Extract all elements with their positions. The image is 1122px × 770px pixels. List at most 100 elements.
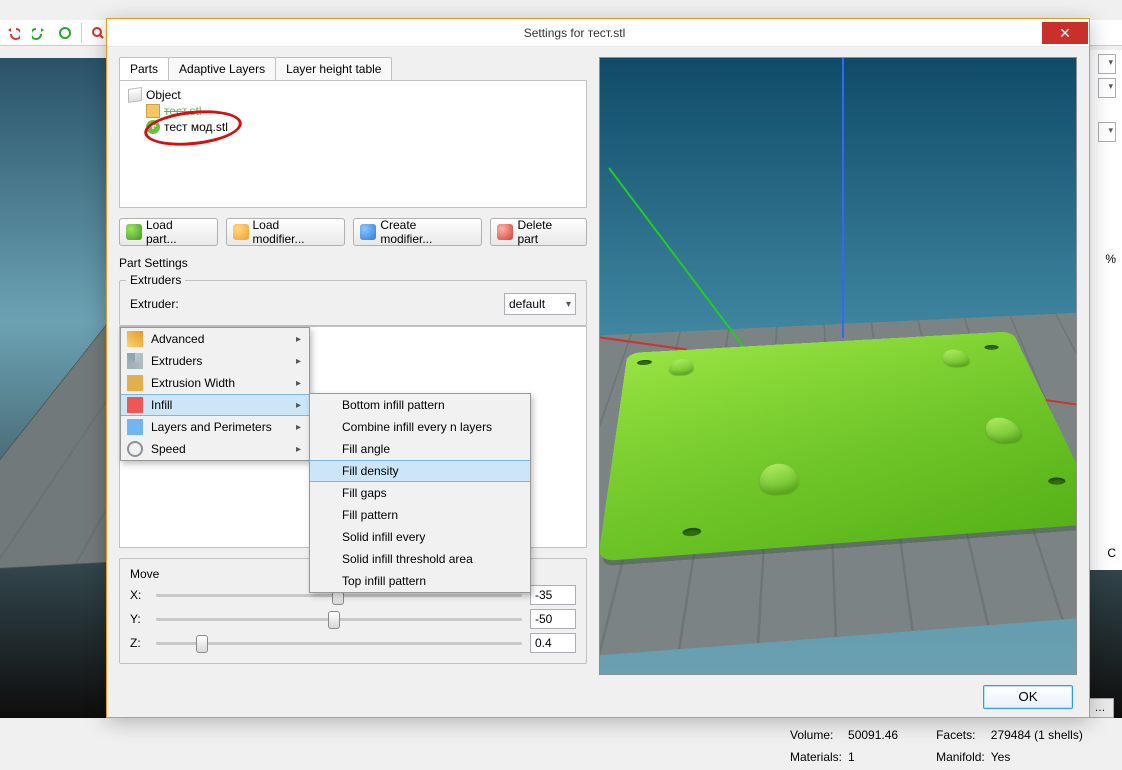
manifold-label: Manifold: <box>936 750 985 770</box>
menu-advanced-label: Advanced <box>151 332 204 346</box>
chevron-right-icon: ▸ <box>296 334 301 345</box>
settings-dialog: Settings for тест.stl ✕ Parts Adaptive L… <box>106 18 1090 718</box>
extruders-legend: Extruders <box>126 273 185 287</box>
menu-extrusion-width-label: Extrusion Width <box>151 376 235 390</box>
create-modifier-button[interactable]: Create modifier... <box>353 218 482 246</box>
close-button[interactable]: ✕ <box>1042 22 1088 44</box>
tab-strip: Parts Adaptive Layers Layer height table <box>119 57 587 80</box>
menu-infill[interactable]: Infill▸ <box>121 394 309 416</box>
left-pane: Parts Adaptive Layers Layer height table… <box>119 57 587 675</box>
chevron-right-icon: ▸ <box>296 356 301 367</box>
tree-item-1[interactable]: тест.stl <box>128 103 578 119</box>
part-buttons: Load part... Load modifier... Create mod… <box>119 218 587 246</box>
modifier-icon: + <box>146 120 160 134</box>
move-x-value[interactable]: -35 <box>530 585 576 605</box>
volume-label: Volume: <box>790 728 842 748</box>
materials-value: 1 <box>848 750 898 770</box>
titlebar[interactable]: Settings for тест.stl ✕ <box>107 19 1089 47</box>
facets-value: 279484 (1 shells) <box>991 728 1083 748</box>
ok-button[interactable]: OK <box>983 685 1073 709</box>
wand-icon <box>127 331 143 347</box>
move-y-value[interactable]: -50 <box>530 609 576 629</box>
menu-extruders-label: Extruders <box>151 354 202 368</box>
chevron-right-icon: ▸ <box>296 400 301 411</box>
delete-part-label: Delete part <box>517 218 576 246</box>
materials-label: Materials: <box>790 750 842 770</box>
right-combo-1[interactable] <box>1098 54 1116 74</box>
tab-adaptive-layers[interactable]: Adaptive Layers <box>168 57 276 80</box>
layers-icon <box>127 419 143 435</box>
tree-root[interactable]: Object <box>128 87 578 103</box>
dialog-footer: OK <box>107 675 1089 717</box>
submenu-top-infill-pattern[interactable]: Top infill pattern <box>310 570 530 592</box>
delete-part-button[interactable]: Delete part <box>490 218 587 246</box>
load-part-label: Load part... <box>146 218 207 246</box>
width-icon <box>127 375 143 391</box>
context-menu: Advanced▸ Extruders▸ Extrusion Width▸ In… <box>120 327 310 461</box>
override-settings-area: Advanced▸ Extruders▸ Extrusion Width▸ In… <box>119 326 587 548</box>
close-icon: ✕ <box>1059 25 1071 42</box>
menu-advanced[interactable]: Advanced ▸ <box>121 328 309 350</box>
info-more-button[interactable]: … <box>1086 698 1114 718</box>
infill-submenu: Bottom infill pattern Combine infill eve… <box>309 393 531 593</box>
load-part-icon <box>126 224 142 240</box>
tab-parts[interactable]: Parts <box>119 57 169 80</box>
chevron-right-icon: ▸ <box>296 444 301 455</box>
submenu-fill-angle[interactable]: Fill angle <box>310 438 530 460</box>
submenu-bottom-infill-pattern[interactable]: Bottom infill pattern <box>310 394 530 416</box>
speed-icon <box>127 441 143 457</box>
move-z-label: Z: <box>130 636 148 650</box>
move-y-label: Y: <box>130 612 148 626</box>
dialog-title: Settings for тест.stl <box>107 26 1042 40</box>
extruder-label: Extruder: <box>130 297 190 311</box>
submenu-solid-threshold[interactable]: Solid infill threshold area <box>310 548 530 570</box>
submenu-combine-infill[interactable]: Combine infill every n layers <box>310 416 530 438</box>
delete-part-icon <box>497 224 513 240</box>
load-part-button[interactable]: Load part... <box>119 218 218 246</box>
chevron-right-icon: ▸ <box>296 422 301 433</box>
extruders-group: Extruders Extruder: default <box>119 280 587 326</box>
extruder-select[interactable]: default <box>504 293 576 315</box>
facets-label: Facets: <box>936 728 985 748</box>
submenu-solid-infill-every[interactable]: Solid infill every <box>310 526 530 548</box>
tree-item-2-label: тест мод.stl <box>164 120 228 134</box>
redo-icon[interactable] <box>28 22 50 44</box>
move-z-value[interactable]: 0.4 <box>530 633 576 653</box>
menu-layers-label: Layers and Perimeters <box>151 420 272 434</box>
tree-item-2[interactable]: + тест мод.stl <box>128 119 578 135</box>
object-icon <box>128 87 142 103</box>
z-axis <box>842 58 844 338</box>
tab-layer-height-table[interactable]: Layer height table <box>275 57 392 80</box>
parts-tree[interactable]: Object тест.stl + тест мод.stl <box>119 80 587 208</box>
infill-icon <box>127 397 143 413</box>
submenu-fill-gaps[interactable]: Fill gaps <box>310 482 530 504</box>
menu-extruders[interactable]: Extruders ▸ <box>121 350 309 372</box>
funnel-icon <box>127 353 143 369</box>
move-x-label: X: <box>130 588 148 602</box>
load-modifier-label: Load modifier... <box>253 218 335 246</box>
menu-speed[interactable]: Speed▸ <box>121 438 309 460</box>
move-z-slider[interactable] <box>156 634 522 652</box>
create-modifier-icon <box>360 224 376 240</box>
rotate-cw-icon[interactable] <box>54 22 76 44</box>
volume-value: 50091.46 <box>848 728 898 748</box>
right-combo-2[interactable] <box>1098 78 1116 98</box>
model-plate <box>599 331 1077 561</box>
tree-item-1-label: тест.stl <box>164 104 202 118</box>
submenu-fill-pattern[interactable]: Fill pattern <box>310 504 530 526</box>
load-modifier-button[interactable]: Load modifier... <box>226 218 346 246</box>
right-combo-3[interactable] <box>1098 122 1116 142</box>
menu-layers[interactable]: Layers and Perimeters ▸ <box>121 416 309 438</box>
menu-extrusion-width[interactable]: Extrusion Width▸ <box>121 372 309 394</box>
move-y-slider[interactable] <box>156 610 522 628</box>
undo-icon[interactable] <box>2 22 24 44</box>
part-preview-3d[interactable] <box>599 57 1077 675</box>
create-modifier-label: Create modifier... <box>380 218 471 246</box>
tree-root-label: Object <box>146 88 181 102</box>
part-settings-label: Part Settings <box>119 256 587 270</box>
submenu-fill-density[interactable]: Fill density <box>310 460 530 482</box>
part-icon <box>146 104 160 118</box>
manifold-value: Yes <box>991 750 1083 770</box>
load-modifier-icon <box>233 224 249 240</box>
extruder-value: default <box>509 297 545 311</box>
